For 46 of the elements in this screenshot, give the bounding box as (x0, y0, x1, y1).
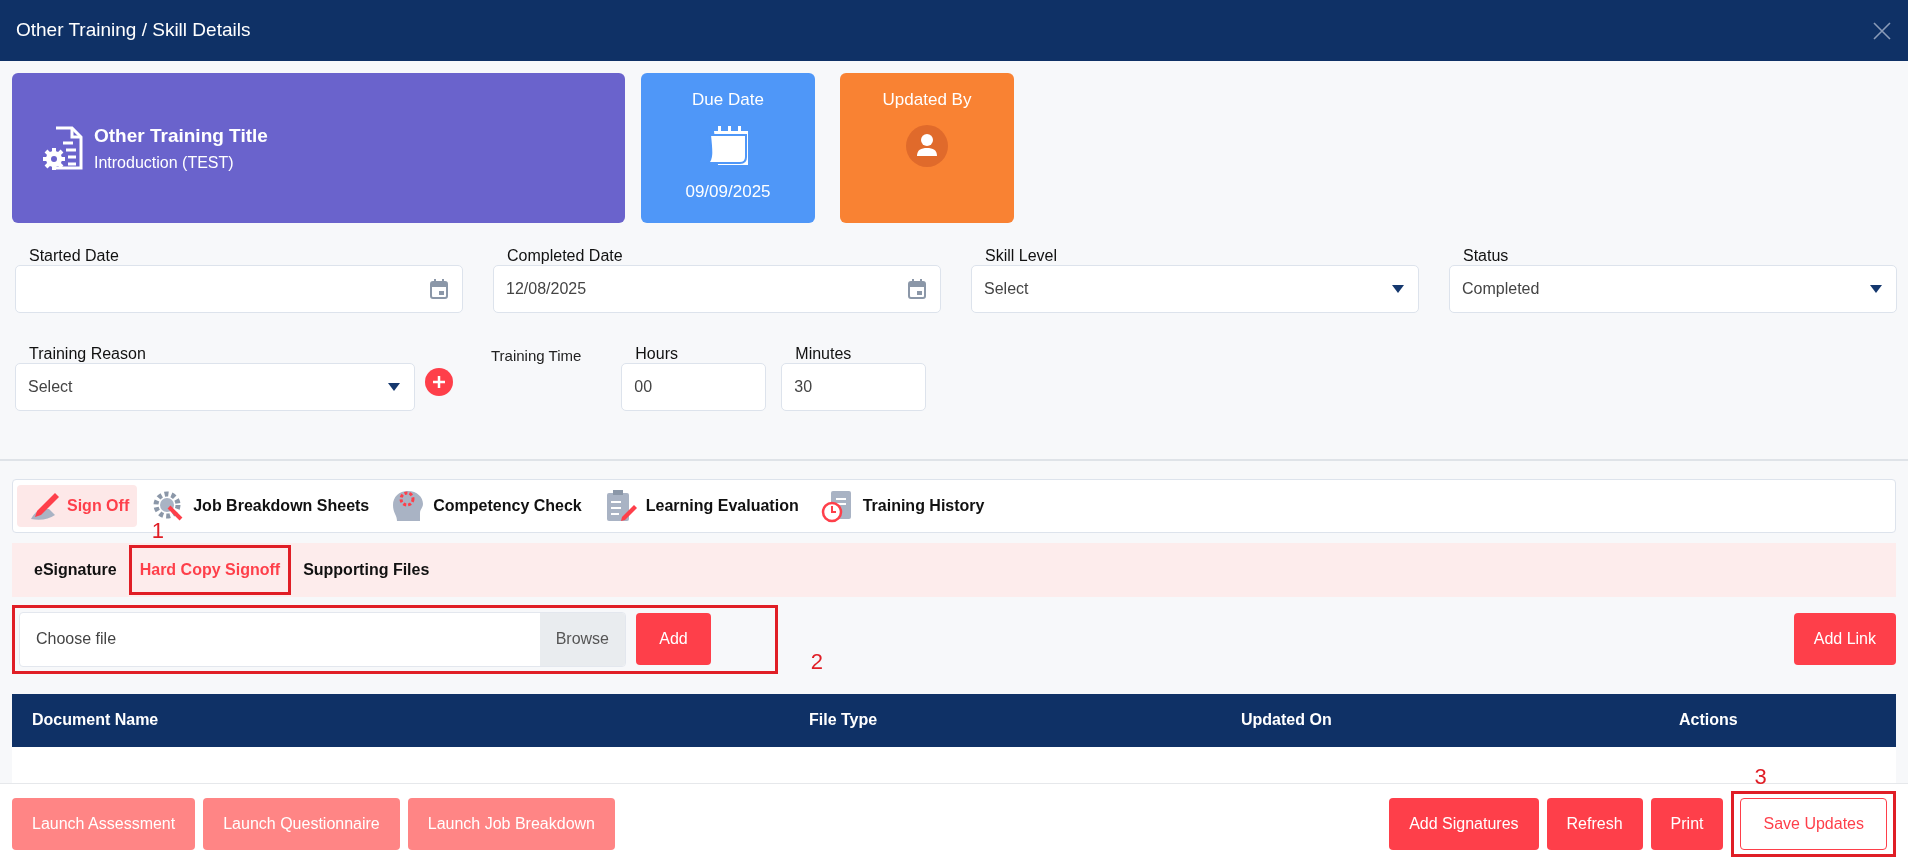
caret-icon (1870, 285, 1882, 294)
field-label: Training Time (491, 346, 582, 367)
input-field[interactable]: 00 (621, 363, 767, 412)
column-header: Updated On (1221, 693, 1659, 747)
date-field[interactable]: 12/08/2025 (493, 265, 941, 314)
tab[interactable]: Learning Evaluation (595, 485, 807, 528)
callout-number: 1 (151, 520, 164, 543)
head-gear-icon (391, 489, 426, 524)
close-icon (1872, 21, 1892, 42)
dropdown[interactable]: Select (15, 363, 415, 412)
callout-number: 3 (1754, 765, 1767, 788)
card-value: 09/09/2025 (685, 180, 771, 203)
card-heading: Other Training Title (94, 124, 268, 149)
sub-tab[interactable]: Supporting Files (295, 548, 438, 593)
input-field[interactable]: 30 (781, 363, 927, 412)
calendar-icon (908, 279, 926, 300)
column-header: Actions (1659, 693, 1896, 747)
document-gear-icon (42, 125, 84, 172)
card-heading: Due Date (692, 89, 764, 112)
tab[interactable]: Training History (812, 485, 993, 528)
dropdown[interactable]: Completed (1449, 265, 1897, 314)
column-header: Document Name (12, 693, 789, 747)
callout-number: 2 (810, 650, 823, 673)
card-value: Introduction (TEST) (94, 152, 235, 173)
field-label: Started Date (28, 247, 120, 266)
column-header: File Type (789, 693, 1221, 747)
caret-icon (1392, 285, 1404, 294)
sub-tab[interactable]: eSignature (26, 548, 125, 593)
calendar-icon (430, 279, 448, 300)
dropdown[interactable]: Select (971, 265, 1419, 314)
date-field[interactable] (15, 265, 463, 314)
field-label: Hours (634, 345, 679, 364)
field-label: Completed Date (506, 247, 624, 266)
footer-button[interactable]: Save Updates (1740, 797, 1887, 850)
avatar-icon (906, 124, 948, 167)
add-button[interactable] (425, 368, 453, 397)
field-label: Status (1462, 247, 1510, 266)
field-label: Skill Level (984, 247, 1059, 266)
file-input[interactable]: Choose file Browse (19, 611, 626, 667)
field-label: Training Reason (28, 345, 147, 364)
card-heading: Updated By (882, 89, 972, 112)
window-title: Other Training / Skill Details (16, 18, 251, 43)
caret-icon (388, 383, 400, 392)
plus-icon (432, 375, 446, 390)
tab[interactable]: Competency Check (383, 485, 590, 528)
field-label: Minutes (794, 345, 853, 364)
